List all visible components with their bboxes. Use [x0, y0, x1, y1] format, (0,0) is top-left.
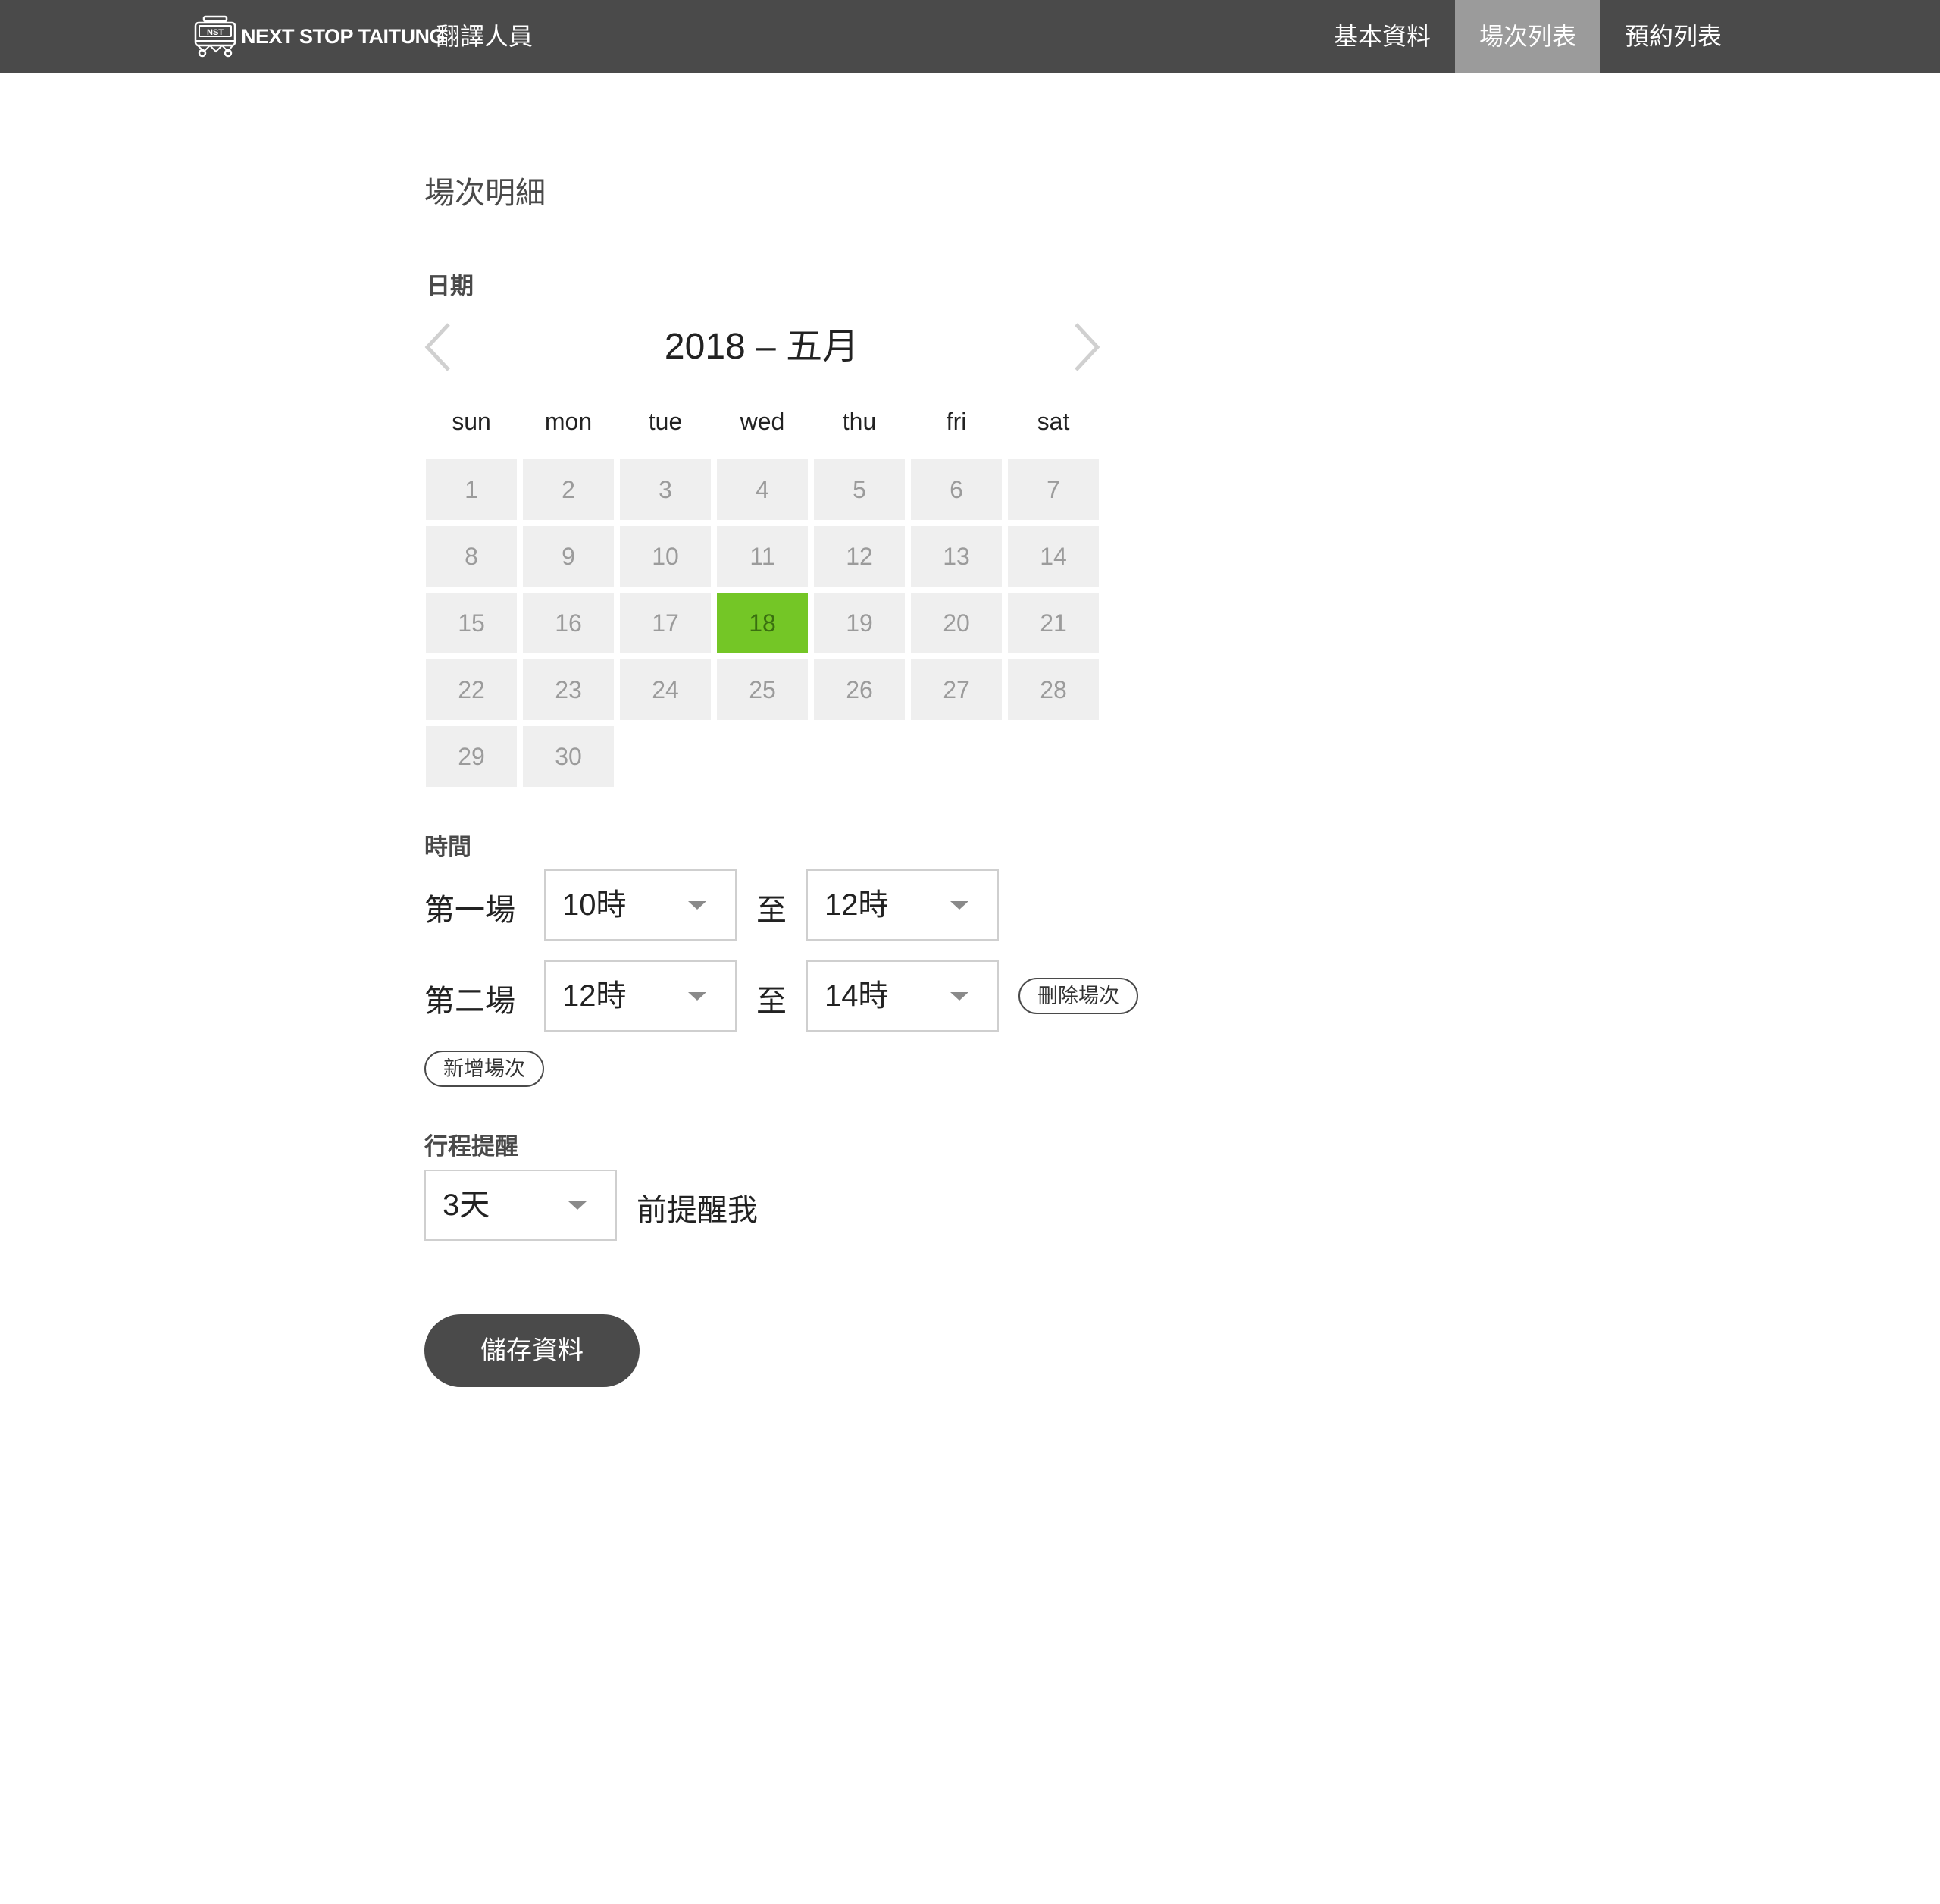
session-1-start-value: 10時 — [562, 888, 627, 922]
weekday-header-0: sun — [452, 408, 491, 435]
nav-session-list[interactable]: 場次列表 — [1455, 0, 1600, 73]
caret-down-icon — [688, 992, 706, 1001]
calendar-day[interactable]: 13 — [911, 526, 1002, 587]
calendar-day[interactable]: 14 — [1008, 526, 1099, 587]
calendar-day[interactable]: 9 — [523, 526, 614, 587]
caret-down-icon — [568, 1201, 587, 1210]
calendar-day[interactable]: 11 — [717, 526, 808, 587]
session-2-end-select[interactable]: 14時 — [806, 960, 999, 1032]
nav-basic-info[interactable]: 基本資料 — [1310, 0, 1455, 73]
page-title: 場次明細 — [424, 177, 546, 210]
session-2-to-label: 至 — [756, 985, 787, 1018]
calendar-day[interactable]: 2 — [523, 459, 614, 520]
train-logo-icon[interactable]: NST — [193, 15, 237, 58]
calendar-day[interactable]: 30 — [523, 726, 614, 787]
calendar-day[interactable]: 10 — [620, 526, 711, 587]
calendar-day-selected[interactable]: 18 — [717, 593, 808, 653]
date-label: 日期 — [427, 273, 474, 299]
calendar-day[interactable]: 17 — [620, 593, 711, 653]
session-1-end-value: 12時 — [824, 888, 889, 922]
calendar-day[interactable]: 16 — [523, 593, 614, 653]
weekday-header-5: fri — [946, 408, 967, 435]
reminder-select[interactable]: 3天 — [424, 1170, 617, 1241]
caret-down-icon — [950, 901, 968, 910]
brand-name[interactable]: NEXT STOP TAITUNG — [241, 0, 446, 73]
calendar-day[interactable]: 24 — [620, 659, 711, 720]
calendar-day[interactable]: 7 — [1008, 459, 1099, 520]
session-2-label: 第二場 — [424, 985, 515, 1018]
weekday-header-2: tue — [648, 408, 683, 435]
delete-session-button[interactable]: 刪除場次 — [1018, 978, 1138, 1014]
chevron-right-icon — [1075, 323, 1100, 371]
calendar-day[interactable]: 21 — [1008, 593, 1099, 653]
calendar-day[interactable]: 15 — [426, 593, 517, 653]
calendar-day[interactable]: 23 — [523, 659, 614, 720]
session-1-label: 第一場 — [424, 894, 515, 927]
weekday-header-4: thu — [842, 408, 877, 435]
session-1-end-select[interactable]: 12時 — [806, 869, 999, 941]
session-1-to-label: 至 — [756, 894, 787, 927]
train-logo-svg: NST — [194, 15, 236, 58]
top-navigation-bar: NST NEXT STOP TAITUNG 翻譯人員 基本資料 場次列表 預約列… — [0, 0, 1940, 73]
calendar-day[interactable]: 22 — [426, 659, 517, 720]
calendar-day[interactable]: 25 — [717, 659, 808, 720]
nav-booking-list[interactable]: 預約列表 — [1600, 0, 1746, 73]
prev-month-button[interactable] — [418, 318, 464, 376]
calendar-day[interactable]: 29 — [426, 726, 517, 787]
caret-down-icon — [950, 992, 968, 1001]
session-2-start-select[interactable]: 12時 — [544, 960, 737, 1032]
calendar-day[interactable]: 6 — [911, 459, 1002, 520]
caret-down-icon — [688, 901, 706, 910]
calendar-day[interactable]: 28 — [1008, 659, 1099, 720]
save-button[interactable]: 儲存資料 — [424, 1314, 640, 1387]
reminder-suffix: 前提醒我 — [637, 1194, 758, 1227]
reminder-value: 3天 — [443, 1188, 490, 1222]
chevron-left-icon — [424, 323, 450, 371]
calendar-day[interactable]: 1 — [426, 459, 517, 520]
weekday-header-1: mon — [544, 408, 593, 435]
logo-text: NST — [207, 28, 224, 37]
session-2-end-value: 14時 — [824, 979, 889, 1013]
next-month-button[interactable] — [1061, 318, 1106, 376]
calendar-day[interactable]: 20 — [911, 593, 1002, 653]
calendar-day[interactable]: 5 — [814, 459, 905, 520]
calendar-day[interactable]: 3 — [620, 459, 711, 520]
calendar-month-title: 2018 – 五月 — [664, 327, 859, 367]
calendar-day[interactable]: 12 — [814, 526, 905, 587]
time-label: 時間 — [424, 834, 471, 860]
reminder-label: 行程提醒 — [424, 1133, 518, 1160]
weekday-header-3: wed — [740, 408, 785, 435]
calendar-day[interactable]: 26 — [814, 659, 905, 720]
user-role: 翻譯人員 — [436, 23, 534, 50]
weekday-header-6: sat — [1037, 408, 1070, 435]
session-1-start-select[interactable]: 10時 — [544, 869, 737, 941]
session-2-start-value: 12時 — [562, 979, 627, 1013]
calendar-day[interactable]: 19 — [814, 593, 905, 653]
add-session-button[interactable]: 新增場次 — [424, 1051, 544, 1087]
calendar-day[interactable]: 8 — [426, 526, 517, 587]
calendar-day[interactable]: 27 — [911, 659, 1002, 720]
calendar-day[interactable]: 4 — [717, 459, 808, 520]
